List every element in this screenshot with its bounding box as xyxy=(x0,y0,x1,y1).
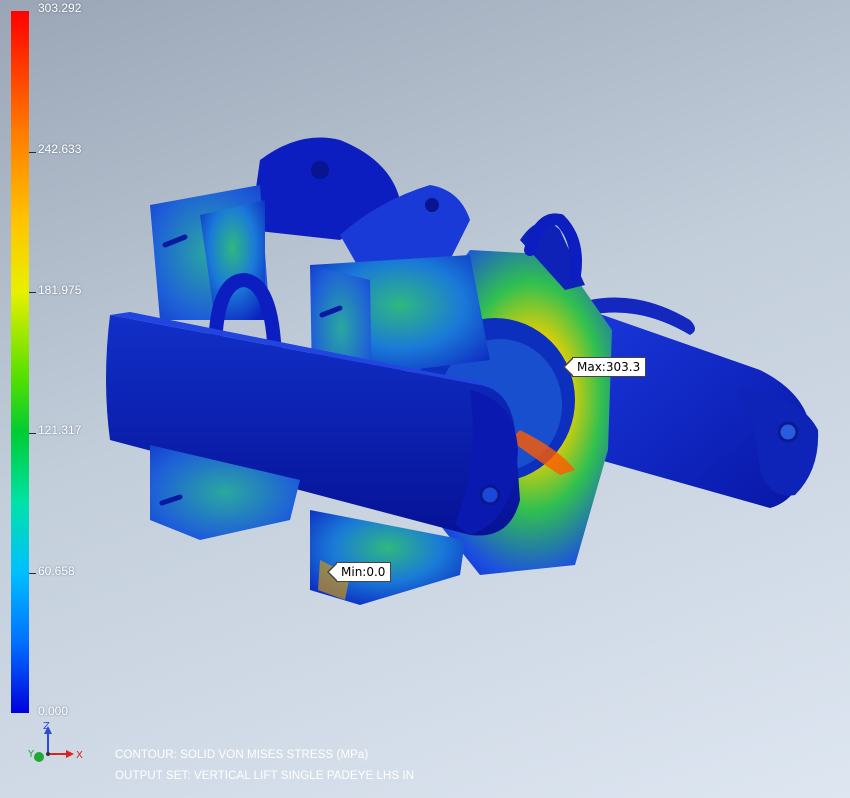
front-pin-hole xyxy=(479,484,501,506)
min-stress-callout[interactable]: Min:0.0 xyxy=(326,562,392,582)
legend-tick xyxy=(29,292,36,293)
legend-label-4: 242.633 xyxy=(38,142,82,156)
fea-viewport[interactable]: 303.292 242.633 181.975 121.317 60.658 0… xyxy=(0,0,850,798)
stress-legend-bar xyxy=(11,11,29,713)
legend-tick xyxy=(29,573,36,574)
legend-label-1: 60.658 xyxy=(38,564,75,578)
stress-contour-model[interactable] xyxy=(0,0,850,798)
legend-label-3: 181.975 xyxy=(38,283,82,297)
x-axis-arrow-icon xyxy=(66,750,74,758)
triad-x-label: X xyxy=(76,750,83,761)
contour-info: CONTOUR: SOLID VON MISES STRESS (MPa) xyxy=(115,749,369,761)
y-axis-icon xyxy=(34,752,44,762)
rear-pin-hole xyxy=(777,421,799,443)
legend-label-min: 0.000 xyxy=(38,704,69,718)
output-set-info: OUTPUT SET: VERTICAL LIFT SINGLE PADEYE … xyxy=(115,770,415,782)
legend-tick xyxy=(29,433,36,434)
view-triad[interactable]: Z Y X xyxy=(26,722,86,766)
legend-tick xyxy=(29,152,36,153)
triad-z-label: Z xyxy=(43,722,50,732)
legend-label-2: 121.317 xyxy=(38,423,82,437)
max-stress-callout[interactable]: Max:303.3 xyxy=(562,357,647,377)
triad-y-label: Y xyxy=(27,749,35,760)
legend-label-max: 303.292 xyxy=(38,1,82,15)
